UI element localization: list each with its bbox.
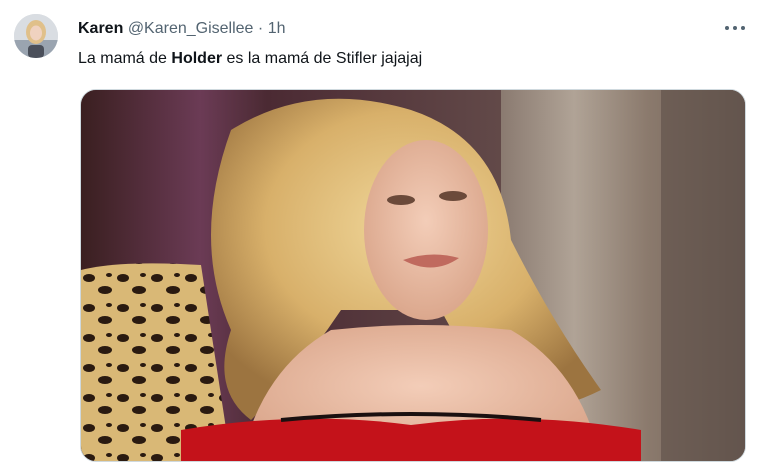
- author-name[interactable]: Karen: [78, 20, 123, 37]
- tweet-text-before: La mamá de: [78, 50, 172, 67]
- tweet-text-after: es la mamá de Stifler jajajaj: [222, 50, 423, 67]
- more-horizontal-icon[interactable]: [719, 16, 751, 40]
- tweet-text: La mamá de Holder es la mamá de Stifler …: [78, 48, 422, 70]
- avatar-image: [14, 14, 58, 58]
- tweet-time[interactable]: 1h: [268, 20, 286, 37]
- avatar[interactable]: [14, 14, 58, 58]
- media-photo: [81, 90, 745, 461]
- tweet-card[interactable]: Karen @Karen_Gisellee · 1h La mamá de Ho…: [0, 0, 767, 475]
- tweet-header: Karen @Karen_Gisellee · 1h: [78, 19, 285, 39]
- tweet-text-bold: Holder: [171, 50, 223, 67]
- separator-dot: ·: [257, 20, 264, 37]
- tweet-media[interactable]: [80, 89, 746, 462]
- author-handle[interactable]: @Karen_Gisellee: [128, 20, 254, 37]
